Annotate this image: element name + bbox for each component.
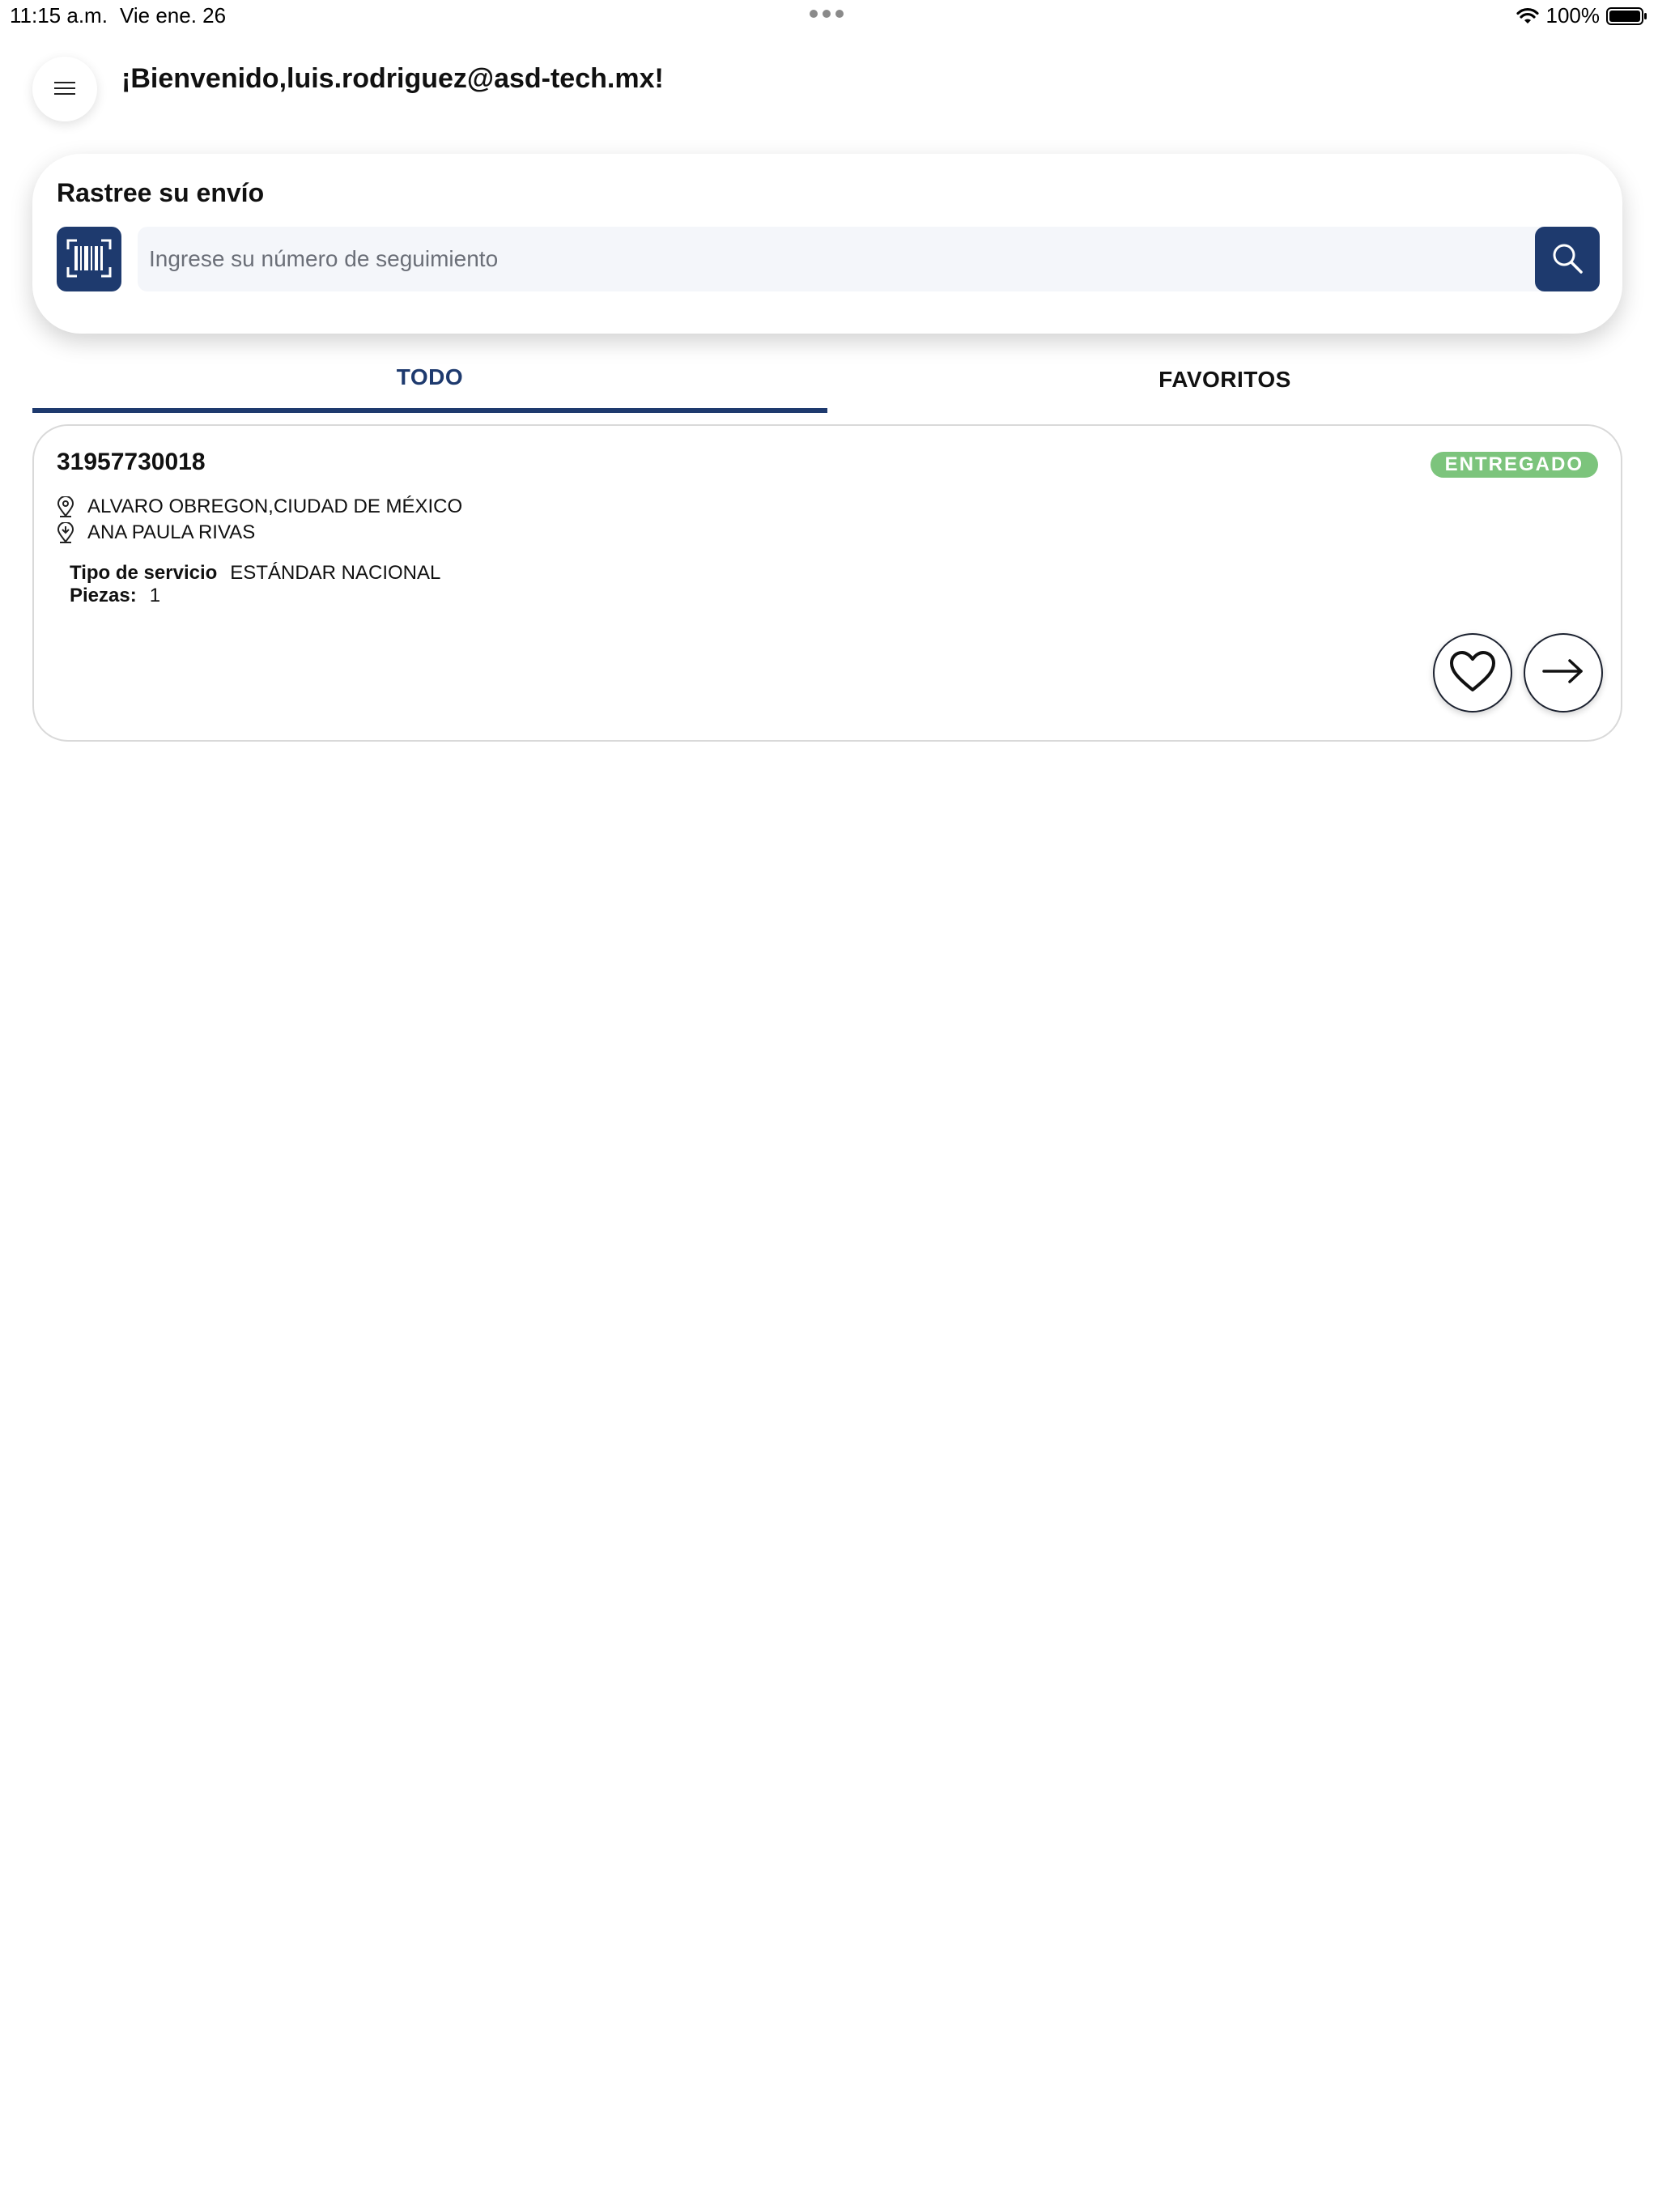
service-label: Tipo de servicio — [70, 562, 218, 584]
destination-text: ANA PAULA RIVAS — [87, 521, 256, 543]
tab-favoritos[interactable]: FAVORITOS — [827, 356, 1622, 413]
location-pin-icon — [57, 496, 74, 517]
shipment-tabs: TODO FAVORITOS — [32, 356, 1622, 413]
pieces-value: 1 — [149, 585, 161, 606]
hamburger-menu-icon — [53, 79, 77, 100]
menu-button[interactable] — [32, 57, 97, 121]
pieces-row: Piezas: 1 — [70, 585, 160, 607]
barcode-scan-icon — [66, 238, 112, 281]
search-icon — [1550, 240, 1585, 279]
tracking-number-input[interactable] — [138, 227, 1551, 291]
pieces-label: Piezas: — [70, 585, 137, 606]
status-date: Vie ene. 26 — [120, 3, 227, 28]
search-button[interactable] — [1535, 227, 1600, 291]
service-row: Tipo de servicio ESTÁNDAR NACIONAL — [70, 562, 440, 585]
status-right: 100% — [1516, 3, 1649, 28]
destination-pin-icon — [57, 522, 74, 543]
scan-barcode-button[interactable] — [57, 227, 121, 291]
status-time: 11:15 a.m. — [10, 3, 108, 28]
status-bar: 11:15 a.m. Vie ene. 26 100% — [0, 0, 1658, 32]
origin-row: ALVARO OBREGON,CIUDAD DE MÉXICO — [57, 496, 462, 518]
tracking-number: 31957730018 — [57, 449, 206, 475]
destination-row: ANA PAULA RIVAS — [57, 521, 255, 544]
welcome-message: ¡Bienvenido,luis.rodriguez@asd-tech.mx! — [121, 63, 664, 94]
tracking-card: Rastree su envío — [32, 154, 1622, 334]
tab-todo[interactable]: TODO — [32, 356, 827, 413]
wifi-icon — [1516, 7, 1540, 25]
origin-text: ALVARO OBREGON,CIUDAD DE MÉXICO — [87, 496, 463, 517]
view-detail-button[interactable] — [1524, 633, 1603, 713]
shipment-card[interactable]: 31957730018 ENTREGADO ALVARO OBREGON,CIU… — [32, 424, 1622, 742]
tracking-title: Rastree su envío — [57, 178, 265, 207]
heart-icon — [1448, 649, 1497, 697]
service-value: ESTÁNDAR NACIONAL — [230, 562, 441, 584]
battery-percent: 100% — [1545, 3, 1601, 28]
multitasking-dots-icon[interactable] — [810, 10, 844, 18]
arrow-right-icon — [1542, 658, 1584, 688]
status-badge: ENTREGADO — [1430, 452, 1598, 478]
favorite-button[interactable] — [1433, 633, 1512, 713]
battery-icon — [1606, 6, 1648, 26]
